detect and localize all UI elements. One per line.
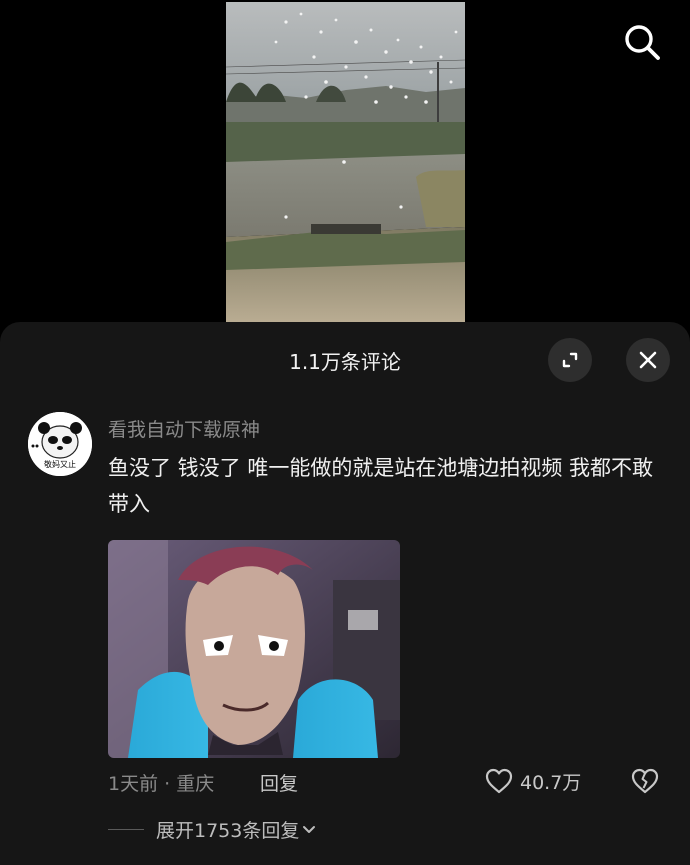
anime-character-image xyxy=(108,540,400,758)
search-button[interactable] xyxy=(620,20,664,64)
close-icon xyxy=(639,351,657,369)
heart-outline-icon xyxy=(485,768,513,794)
search-icon xyxy=(625,25,660,60)
comment-username[interactable]: 看我自动下载原神 xyxy=(108,415,260,442)
like-button[interactable]: 40.7万 xyxy=(484,766,581,796)
video-player[interactable] xyxy=(0,0,690,322)
avatar-caption: 敬妈又止 xyxy=(44,459,76,469)
comment-sticker-image[interactable] xyxy=(108,540,400,758)
expand-icon xyxy=(562,352,578,368)
video-thumbnail xyxy=(226,2,465,322)
comment-meta: 1天前 · 重庆 xyxy=(108,773,215,795)
close-sheet-button[interactable] xyxy=(626,338,670,382)
dislike-button[interactable] xyxy=(630,766,660,796)
comment-text: 鱼没了 钱没了 唯一能做的就是站在池塘边拍视频 我都不敢带入 xyxy=(108,456,654,516)
expand-replies-button[interactable]: 展开1753条回复 xyxy=(108,817,319,842)
expand-divider-line xyxy=(108,828,144,830)
broken-heart-icon xyxy=(631,768,659,794)
reply-button[interactable]: 回复 xyxy=(260,769,298,796)
video-frame[interactable] xyxy=(226,2,465,322)
expand-sheet-button[interactable] xyxy=(548,338,592,382)
expand-replies-label: 展开1753条回复 xyxy=(156,819,300,842)
panda-avatar-image: 敬妈又止 xyxy=(28,412,92,476)
chevron-down-icon xyxy=(303,826,316,833)
comments-sheet: 1.1万条评论 敬妈又止 看我自动下载原神 鱼没了 钱没了 唯一能做的就是站在池… xyxy=(0,322,690,865)
like-count: 40.7万 xyxy=(520,771,582,794)
avatar[interactable]: 敬妈又止 xyxy=(28,412,92,476)
